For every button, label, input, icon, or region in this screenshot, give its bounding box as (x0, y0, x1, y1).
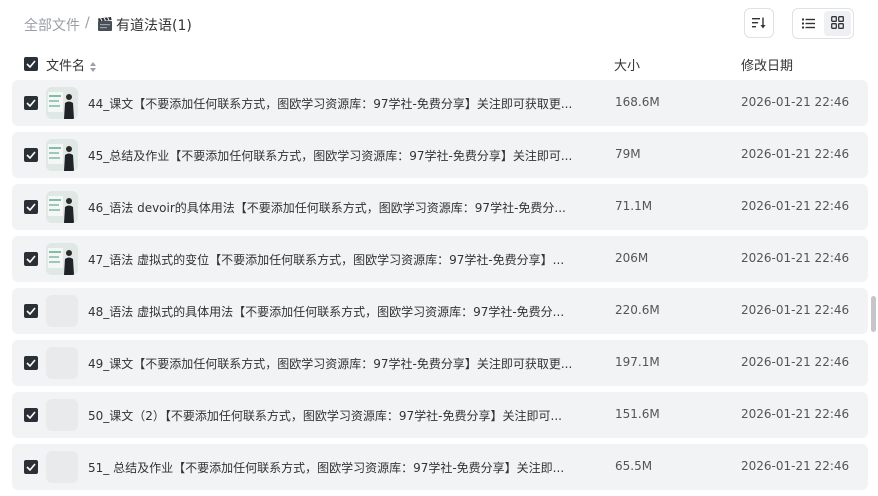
view-mode-toggle (792, 8, 854, 39)
file-size: 206M (615, 251, 649, 265)
select-all-checkbox[interactable] (24, 57, 38, 71)
row-checkbox[interactable] (24, 148, 38, 162)
check-icon (26, 463, 36, 471)
sort-button[interactable] (744, 8, 774, 38)
video-thumbnail (46, 87, 78, 119)
breadcrumb-separator: / (85, 15, 90, 31)
list-icon (802, 14, 815, 33)
file-name[interactable]: 50_课文（2）【不要添加任何联系方式，图欧学习资源库：97学社-免费分享】关注… (88, 407, 562, 424)
column-header-name[interactable]: 文件名 (46, 55, 85, 74)
file-row[interactable]: 51_ 总结及作业【不要添加任何联系方式，图欧学习资源库：97学社-免费分享】关… (12, 444, 868, 490)
list-view-button[interactable] (795, 11, 822, 36)
video-thumbnail (46, 347, 78, 379)
file-name[interactable]: 48_语法 虚拟式的具体用法【不要添加任何联系方式，图欧学习资源库：97学社-免… (88, 303, 564, 320)
file-modified-date: 2026-01-21 22:46 (741, 147, 850, 161)
file-size: 197.1M (615, 355, 660, 369)
check-icon (26, 255, 36, 263)
file-name[interactable]: 49_课文【不要添加任何联系方式，图欧学习资源库：97学社-免费分享】关注即可获… (88, 355, 572, 372)
file-modified-date: 2026-01-21 22:46 (741, 251, 850, 265)
file-size: 168.6M (615, 95, 660, 109)
check-icon (26, 203, 36, 211)
file-size: 220.6M (615, 303, 660, 317)
row-checkbox[interactable] (24, 96, 38, 110)
file-row[interactable]: 46_语法 devoir的具体用法【不要添加任何联系方式，图欧学习资源库：97学… (12, 184, 868, 230)
top-bar: 全部文件 / 有道法语(1) (0, 0, 878, 48)
row-checkbox[interactable] (24, 408, 38, 422)
file-modified-date: 2026-01-21 22:46 (741, 95, 850, 109)
file-name[interactable]: 45_总结及作业【不要添加任何联系方式，图欧学习资源库：97学社-免费分享】关注… (88, 147, 572, 164)
check-icon (26, 99, 36, 107)
file-row[interactable]: 48_语法 虚拟式的具体用法【不要添加任何联系方式，图欧学习资源库：97学社-免… (12, 288, 868, 334)
sort-lines-icon (752, 14, 766, 33)
file-row[interactable]: 44_课文【不要添加任何联系方式，图欧学习资源库：97学社-免费分享】关注即可获… (12, 80, 868, 126)
check-icon (26, 151, 36, 159)
file-row[interactable]: 47_语法 虚拟式的变位【不要添加任何联系方式，图欧学习资源库：97学社-免费分… (12, 236, 868, 282)
check-icon (26, 60, 36, 68)
file-modified-date: 2026-01-21 22:46 (741, 199, 850, 213)
file-name[interactable]: 44_课文【不要添加任何联系方式，图欧学习资源库：97学社-免费分享】关注即可获… (88, 95, 572, 112)
file-row[interactable]: 50_课文（2）【不要添加任何联系方式，图欧学习资源库：97学社-免费分享】关注… (12, 392, 868, 438)
column-header-size[interactable]: 大小 (614, 55, 640, 74)
video-thumbnail (46, 243, 78, 275)
file-modified-date: 2026-01-21 22:46 (741, 355, 850, 369)
row-checkbox[interactable] (24, 460, 38, 474)
file-name[interactable]: 47_语法 虚拟式的变位【不要添加任何联系方式，图欧学习资源库：97学社-免费分… (88, 251, 564, 268)
file-name[interactable]: 46_语法 devoir的具体用法【不要添加任何联系方式，图欧学习资源库：97学… (88, 199, 566, 216)
breadcrumb-root-link[interactable]: 全部文件 (24, 15, 80, 35)
row-checkbox[interactable] (24, 252, 38, 266)
file-name[interactable]: 51_ 总结及作业【不要添加任何联系方式，图欧学习资源库：97学社-免费分享】关… (88, 459, 564, 476)
scrollbar-thumb[interactable] (871, 296, 876, 332)
clapperboard-icon (97, 16, 113, 32)
file-modified-date: 2026-01-21 22:46 (741, 407, 850, 421)
check-icon (26, 307, 36, 315)
video-thumbnail (46, 139, 78, 171)
grid-view-button[interactable] (824, 11, 851, 36)
row-checkbox[interactable] (24, 200, 38, 214)
file-row[interactable]: 45_总结及作业【不要添加任何联系方式，图欧学习资源库：97学社-免费分享】关注… (12, 132, 868, 178)
file-size: 79M (615, 147, 641, 161)
video-thumbnail (46, 399, 78, 431)
file-size: 65.5M (615, 459, 653, 473)
column-header-date[interactable]: 修改日期 (741, 55, 793, 74)
sort-arrows-icon[interactable] (89, 58, 97, 72)
file-modified-date: 2026-01-21 22:46 (741, 303, 850, 317)
file-row[interactable]: 49_课文【不要添加任何联系方式，图欧学习资源库：97学社-免费分享】关注即可获… (12, 340, 868, 386)
row-checkbox[interactable] (24, 356, 38, 370)
file-size: 71.1M (615, 199, 653, 213)
file-list: 44_课文【不要添加任何联系方式，图欧学习资源库：97学社-免费分享】关注即可获… (12, 80, 868, 496)
check-icon (26, 359, 36, 367)
file-size: 151.6M (615, 407, 660, 421)
breadcrumb-current: 有道法语(1) (116, 18, 192, 34)
file-list-header: 文件名 大小 修改日期 (0, 50, 878, 78)
grid-icon (831, 14, 844, 33)
check-icon (26, 411, 36, 419)
row-checkbox[interactable] (24, 304, 38, 318)
video-thumbnail (46, 451, 78, 483)
video-thumbnail (46, 295, 78, 327)
file-modified-date: 2026-01-21 22:46 (741, 459, 850, 473)
video-thumbnail (46, 191, 78, 223)
